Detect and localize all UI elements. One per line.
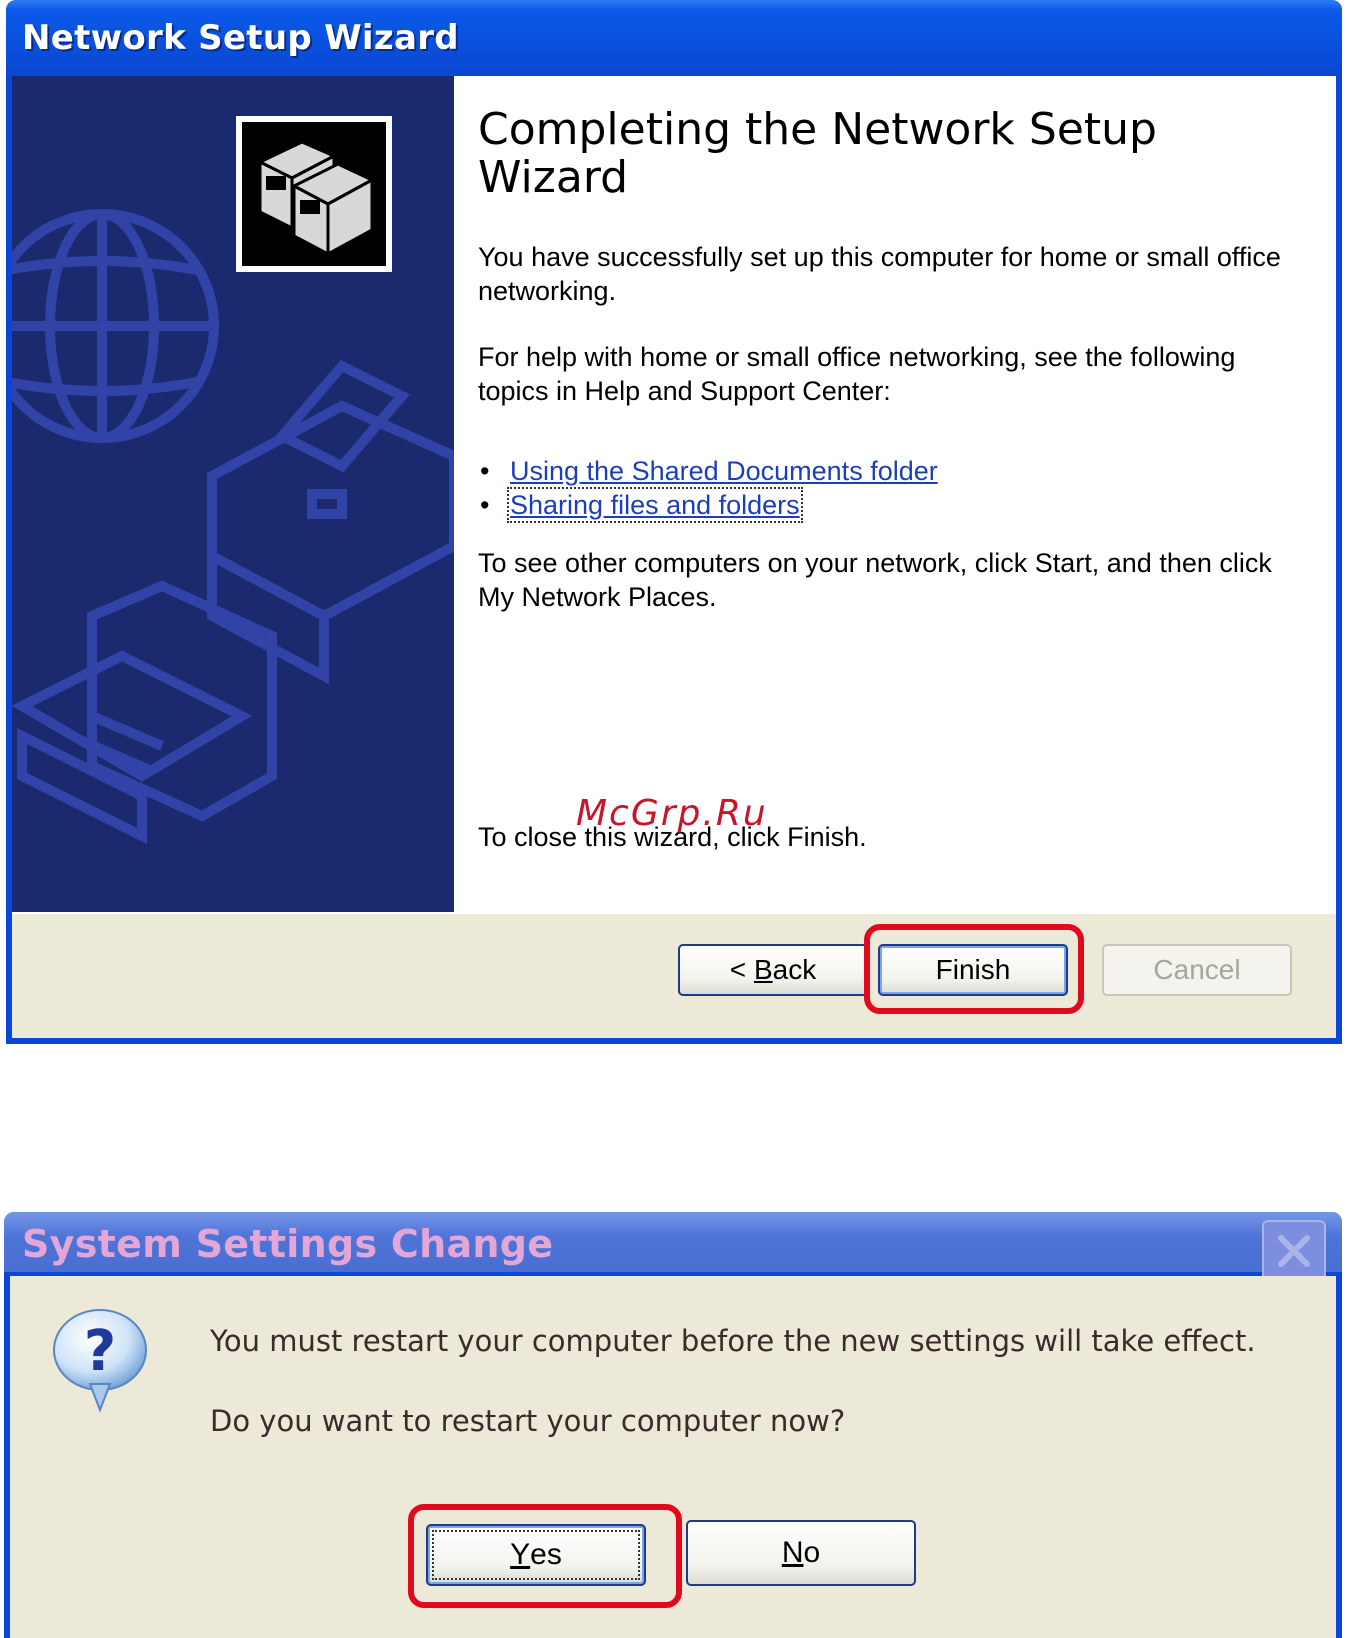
sharing-files-link[interactable]: Sharing files and folders: [507, 487, 803, 523]
network-computers-icon: [236, 116, 392, 272]
no-label-rest: o: [803, 1536, 821, 1569]
list-item: • Using the Shared Documents folder: [478, 454, 938, 488]
cancel-label: Cancel: [1153, 954, 1241, 985]
dialog-title: System Settings Change: [22, 1222, 554, 1266]
help-text: For help with home or small office netwo…: [478, 342, 1236, 406]
watermark-text: McGrp.Ru: [576, 793, 768, 834]
network-places-text: To see other computers on your network, …: [478, 548, 1272, 612]
restart-message: You must restart your computer before th…: [210, 1324, 1256, 1358]
no-button[interactable]: No: [686, 1520, 916, 1586]
bullet: •: [480, 456, 490, 486]
close-icon: [1278, 1235, 1310, 1267]
folder-graphic: [12, 580, 277, 845]
question-icon: ?: [53, 1309, 147, 1413]
restart-question: Do you want to restart your computer now…: [210, 1404, 846, 1438]
bullet: •: [480, 490, 490, 520]
globe-graphic: [12, 209, 219, 443]
wizard-title: Network Setup Wizard: [22, 18, 459, 58]
back-prefix: <: [729, 954, 754, 985]
computers-glyph: [256, 140, 376, 257]
close-button[interactable]: [1262, 1220, 1326, 1282]
wizard-side-banner: [12, 76, 454, 912]
wizard-heading: Completing the Network Setup Wizard: [478, 104, 1157, 203]
finish-highlight-box: [864, 924, 1084, 1014]
network-setup-wizard-window: Network Setup Wizard Completing the Netw…: [6, 0, 1342, 1044]
dialog-title-bar[interactable]: System Settings Change: [4, 1212, 1342, 1282]
cancel-button[interactable]: Cancel: [1102, 944, 1292, 996]
list-item: • Sharing files and folders: [478, 487, 938, 523]
wizard-content: Completing the Network Setup Wizard You …: [454, 76, 1336, 912]
back-label-rest: ack: [772, 954, 817, 985]
wizard-title-bar[interactable]: Network Setup Wizard: [6, 0, 1342, 76]
no-mnemonic: N: [781, 1536, 804, 1569]
wizard-body: Completing the Network Setup Wizard You …: [12, 76, 1336, 912]
back-mnemonic: B: [753, 954, 773, 985]
back-button[interactable]: < Back: [678, 944, 868, 996]
svg-text:?: ?: [84, 1319, 116, 1384]
yes-highlight-box: [408, 1504, 682, 1608]
help-topics-list: • Using the Shared Documents folder • Sh…: [478, 454, 938, 523]
shared-documents-link[interactable]: Using the Shared Documents folder: [510, 456, 938, 486]
success-text: You have successfully set up this comput…: [478, 242, 1281, 306]
